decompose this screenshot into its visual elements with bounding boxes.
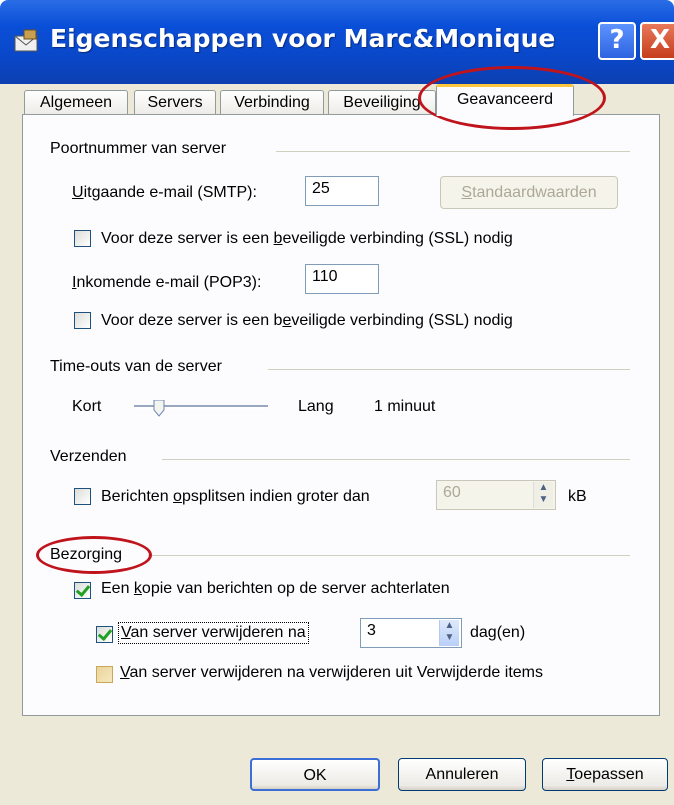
group-server-ports: Poortnummer van server — [50, 140, 227, 157]
mail-account-icon — [12, 28, 42, 54]
divider — [162, 459, 630, 460]
ssl-pop3-checkbox[interactable] — [74, 312, 91, 329]
keep-copy-checkbox[interactable] — [74, 582, 91, 599]
remove-after-checkbox[interactable] — [96, 626, 113, 643]
group-timeouts: Time-outs van de server — [50, 358, 222, 375]
ok-button[interactable]: OK — [250, 758, 380, 791]
help-button[interactable]: ? — [598, 22, 636, 60]
divider — [148, 555, 630, 556]
split-messages-label: Berichten opsplitsen indien groter dan — [101, 488, 370, 505]
remove-after-days-unit: dag(en) — [470, 624, 526, 641]
pop3-port-input[interactable]: 110 — [305, 264, 379, 294]
remove-after-label: Van server verwijderen na — [118, 622, 309, 644]
keep-copy-label: Een kopie van berichten op de server ach… — [101, 580, 450, 597]
group-delivery: Bezorging — [50, 546, 123, 563]
divider — [276, 151, 630, 152]
ssl-pop3-label: Voor deze server is een beveiligde verbi… — [101, 312, 513, 329]
split-size-input[interactable]: 60 ▲ ▼ — [436, 480, 556, 510]
remove-after-days-value: 3 — [367, 622, 376, 639]
tab-geavanceerd[interactable]: Geavanceerd — [436, 84, 574, 116]
divider — [268, 369, 630, 370]
timeout-short-label: Kort — [72, 398, 102, 415]
ssl-smtp-label: Voor deze server is een beveiligde verbi… — [101, 230, 513, 247]
split-size-unit: kB — [568, 488, 587, 505]
split-size-value: 60 — [443, 484, 461, 501]
split-messages-checkbox[interactable] — [74, 488, 91, 505]
apply-button[interactable]: Toepassen — [542, 758, 668, 791]
tab-algemeen[interactable]: Algemeen — [24, 90, 128, 115]
remove-after-days-input[interactable]: 3 ▲ ▼ — [360, 618, 462, 648]
tab-verbinding[interactable]: Verbinding — [220, 90, 324, 115]
window-title: Eigenschappen voor Marc&Monique — [50, 24, 556, 53]
defaults-button[interactable]: Standaardwaarden — [440, 176, 618, 209]
tab-beveiliging[interactable]: Beveiliging — [328, 90, 436, 115]
ssl-smtp-checkbox[interactable] — [74, 230, 91, 247]
remove-deleted-checkbox[interactable] — [96, 666, 113, 683]
smtp-label: Uitgaande e-mail (SMTP): — [72, 184, 257, 201]
cancel-button[interactable]: Annuleren — [398, 758, 526, 791]
remove-deleted-label: Van server verwijderen na verwijderen ui… — [120, 664, 543, 681]
tab-servers[interactable]: Servers — [134, 90, 216, 115]
timeout-value: 1 minuut — [374, 398, 436, 415]
timeout-long-label: Lang — [298, 398, 334, 415]
split-size-spinner[interactable]: ▲ ▼ — [533, 482, 553, 508]
pop3-label: Inkomende e-mail (POP3): — [72, 274, 262, 291]
smtp-port-input[interactable]: 25 — [305, 176, 379, 206]
close-button[interactable]: X — [640, 22, 674, 60]
group-sending: Verzenden — [50, 448, 127, 465]
remove-after-days-spinner[interactable]: ▲ ▼ — [439, 620, 459, 646]
timeout-slider[interactable] — [130, 399, 270, 418]
